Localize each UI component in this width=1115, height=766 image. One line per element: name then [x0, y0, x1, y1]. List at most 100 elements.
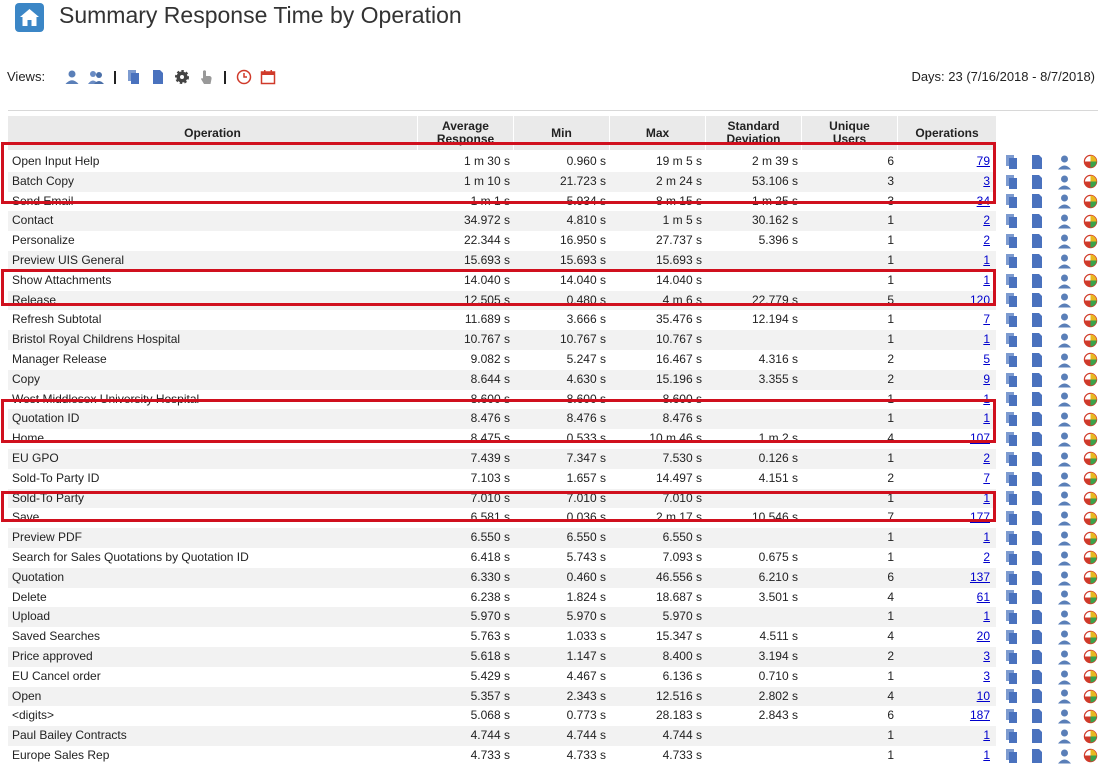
user-icon[interactable] — [1057, 292, 1083, 308]
user-icon[interactable] — [1057, 589, 1083, 605]
operations-link[interactable]: 7 — [983, 471, 990, 485]
operations-link[interactable]: 187 — [970, 708, 990, 722]
header-operations[interactable]: Operations — [897, 116, 996, 150]
document-icon[interactable] — [1031, 193, 1057, 209]
copy-pages-icon[interactable] — [1005, 352, 1031, 368]
copy-pages-icon[interactable] — [1005, 570, 1031, 586]
document-icon[interactable] — [1031, 550, 1057, 566]
user-icon[interactable] — [1057, 688, 1083, 704]
pie-chart-icon[interactable] — [1083, 332, 1109, 348]
copy-pages-icon[interactable] — [1005, 609, 1031, 625]
user-icon[interactable] — [1057, 728, 1083, 744]
user-icon[interactable] — [1057, 213, 1083, 229]
operations-link[interactable]: 2 — [983, 451, 990, 465]
copy-pages-icon[interactable] — [1005, 550, 1031, 566]
operations-link[interactable]: 10 — [977, 689, 990, 703]
user-icon[interactable] — [1057, 471, 1083, 487]
document-icon[interactable] — [1031, 213, 1057, 229]
copy-pages-icon[interactable] — [1005, 372, 1031, 388]
operations-link[interactable]: 177 — [970, 510, 990, 524]
document-icon[interactable] — [1031, 174, 1057, 190]
document-icon[interactable] — [1031, 352, 1057, 368]
user-icon[interactable] — [63, 68, 81, 86]
operations-link[interactable]: 20 — [977, 629, 990, 643]
document-icon[interactable] — [1031, 708, 1057, 724]
pie-chart-icon[interactable] — [1083, 312, 1109, 328]
pie-chart-icon[interactable] — [1083, 431, 1109, 447]
operations-link[interactable]: 2 — [983, 213, 990, 227]
copy-pages-icon[interactable] — [1005, 411, 1031, 427]
pie-chart-icon[interactable] — [1083, 471, 1109, 487]
document-icon[interactable] — [1031, 629, 1057, 645]
user-icon[interactable] — [1057, 411, 1083, 427]
gear-icon[interactable] — [173, 68, 191, 86]
operations-link[interactable]: 34 — [977, 194, 990, 208]
clock-icon[interactable] — [235, 68, 253, 86]
document-icon[interactable] — [1031, 490, 1057, 506]
user-icon[interactable] — [1057, 253, 1083, 269]
document-icon[interactable] — [1031, 609, 1057, 625]
pie-chart-icon[interactable] — [1083, 530, 1109, 546]
calendar-icon[interactable] — [259, 68, 277, 86]
copy-pages-icon[interactable] — [1005, 312, 1031, 328]
document-icon[interactable] — [1031, 649, 1057, 665]
pie-chart-icon[interactable] — [1083, 510, 1109, 526]
document-icon[interactable] — [149, 68, 167, 86]
copy-pages-icon[interactable] — [1005, 332, 1031, 348]
user-icon[interactable] — [1057, 154, 1083, 170]
copy-pages-icon[interactable] — [1005, 708, 1031, 724]
copy-pages-icon[interactable] — [1005, 589, 1031, 605]
user-icon[interactable] — [1057, 609, 1083, 625]
copy-pages-icon[interactable] — [1005, 273, 1031, 289]
document-icon[interactable] — [1031, 451, 1057, 467]
copy-pages-icon[interactable] — [1005, 510, 1031, 526]
operations-link[interactable]: 120 — [970, 293, 990, 307]
document-icon[interactable] — [1031, 332, 1057, 348]
copy-pages-icon[interactable] — [125, 68, 143, 86]
copy-pages-icon[interactable] — [1005, 688, 1031, 704]
operations-link[interactable]: 1 — [983, 491, 990, 505]
operations-link[interactable]: 1 — [983, 411, 990, 425]
header-unique-users[interactable]: Unique Users — [801, 116, 897, 150]
users-icon[interactable] — [87, 68, 105, 86]
document-icon[interactable] — [1031, 669, 1057, 685]
pie-chart-icon[interactable] — [1083, 589, 1109, 605]
copy-pages-icon[interactable] — [1005, 431, 1031, 447]
pie-chart-icon[interactable] — [1083, 213, 1109, 229]
operations-link[interactable]: 137 — [970, 570, 990, 584]
pie-chart-icon[interactable] — [1083, 649, 1109, 665]
pie-chart-icon[interactable] — [1083, 193, 1109, 209]
user-icon[interactable] — [1057, 669, 1083, 685]
operations-link[interactable]: 61 — [977, 590, 990, 604]
user-icon[interactable] — [1057, 233, 1083, 249]
operations-link[interactable]: 79 — [977, 154, 990, 168]
user-icon[interactable] — [1057, 273, 1083, 289]
copy-pages-icon[interactable] — [1005, 649, 1031, 665]
user-icon[interactable] — [1057, 174, 1083, 190]
document-icon[interactable] — [1031, 510, 1057, 526]
document-icon[interactable] — [1031, 312, 1057, 328]
pie-chart-icon[interactable] — [1083, 728, 1109, 744]
document-icon[interactable] — [1031, 253, 1057, 269]
user-icon[interactable] — [1057, 530, 1083, 546]
document-icon[interactable] — [1031, 728, 1057, 744]
document-icon[interactable] — [1031, 411, 1057, 427]
operations-link[interactable]: 9 — [983, 372, 990, 386]
user-icon[interactable] — [1057, 629, 1083, 645]
document-icon[interactable] — [1031, 688, 1057, 704]
copy-pages-icon[interactable] — [1005, 233, 1031, 249]
copy-pages-icon[interactable] — [1005, 451, 1031, 467]
pie-chart-icon[interactable] — [1083, 273, 1109, 289]
operations-link[interactable]: 107 — [970, 431, 990, 445]
user-icon[interactable] — [1057, 550, 1083, 566]
copy-pages-icon[interactable] — [1005, 629, 1031, 645]
document-icon[interactable] — [1031, 233, 1057, 249]
user-icon[interactable] — [1057, 708, 1083, 724]
document-icon[interactable] — [1031, 471, 1057, 487]
copy-pages-icon[interactable] — [1005, 292, 1031, 308]
pie-chart-icon[interactable] — [1083, 154, 1109, 170]
header-standard-deviation[interactable]: Standard Deviation — [705, 116, 801, 150]
pie-chart-icon[interactable] — [1083, 490, 1109, 506]
pie-chart-icon[interactable] — [1083, 688, 1109, 704]
operations-link[interactable]: 1 — [983, 748, 990, 762]
